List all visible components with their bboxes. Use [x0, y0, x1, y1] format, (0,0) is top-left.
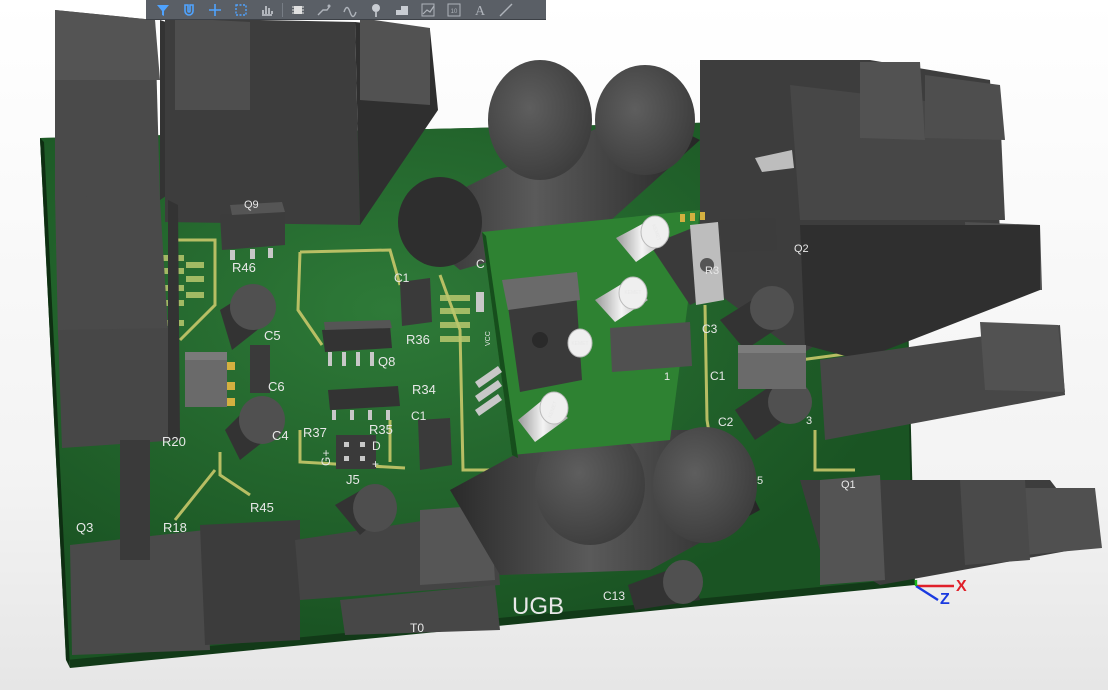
designator-r34: R34	[412, 382, 436, 397]
designator-c11-top: C1	[394, 271, 410, 285]
route-icon	[317, 4, 331, 15]
designator-button[interactable]: 10	[443, 1, 465, 19]
graph-icon	[421, 3, 435, 16]
designator-r35: R35	[369, 422, 393, 437]
designator-c11-bottom: C1	[411, 409, 427, 423]
designator-j5: J5	[346, 472, 360, 487]
text-glyph: A	[475, 4, 486, 18]
designator-r18: R18	[163, 520, 187, 535]
text-icon: A	[475, 4, 486, 18]
pin-label-g-plus: G+	[319, 450, 333, 466]
designator-partial-5: 5	[757, 475, 763, 487]
3d-viewport[interactable]: KEMET KEMET KEMET KEMET Q9 R46 C5 C6 C4 …	[0, 0, 1108, 690]
designator-c2: C2	[718, 415, 734, 429]
z-axis-label: Z	[940, 591, 950, 608]
axis-triad: X Z	[914, 578, 967, 608]
chart-button[interactable]	[256, 1, 278, 19]
component-button[interactable]	[287, 1, 309, 19]
designator-r36: R36	[406, 332, 430, 347]
pin-label-plus: +	[372, 457, 379, 471]
z-axis-line	[915, 584, 939, 602]
designator-c1: C1	[710, 369, 726, 383]
line-icon	[499, 3, 513, 16]
designator-r20: R20	[162, 434, 186, 449]
via-icon	[372, 3, 380, 17]
designator-r37: R37	[303, 425, 327, 440]
kemet-label-2: KEMET	[624, 290, 641, 296]
designator-r46: R46	[232, 260, 256, 275]
text-button[interactable]: A	[469, 1, 491, 19]
diff-pair-button[interactable]	[339, 1, 361, 19]
line-button[interactable]	[495, 1, 517, 19]
component-u1-right[interactable]	[738, 345, 806, 389]
capacitor-kemet-3[interactable]: KEMET	[567, 328, 593, 358]
diff-pair-icon	[343, 6, 357, 17]
designator-partial-3: 3	[806, 415, 812, 427]
designator-partial-1: 1	[664, 371, 670, 383]
transistor-q2[interactable]	[720, 218, 777, 252]
designator-icon: 10	[447, 3, 461, 16]
connector-j5[interactable]	[336, 435, 376, 469]
graph-button[interactable]	[417, 1, 439, 19]
designator-c3: C3	[702, 322, 718, 336]
polygon-fill-icon	[396, 5, 408, 15]
designator-q1: Q1	[841, 479, 856, 491]
heatsink-left-top[interactable]	[55, 10, 175, 200]
heatsink-left-mid[interactable]	[55, 195, 180, 448]
designator-c5: C5	[264, 328, 281, 343]
bar-chart-icon	[262, 5, 273, 16]
brand-label-ugb: UGB	[512, 593, 564, 620]
kemet-label-3: KEMET	[571, 341, 588, 347]
designator-q3: Q3	[76, 520, 93, 535]
chip-icon	[292, 5, 304, 14]
designator-c4: C4	[272, 428, 289, 443]
select-rectangle-icon	[235, 3, 247, 16]
designator-c13: C13	[603, 589, 625, 603]
select-box-button[interactable]	[230, 1, 252, 19]
toolbar-separator	[282, 2, 283, 17]
component-c11-bottom[interactable]	[418, 418, 452, 470]
x-axis-label: X	[956, 578, 967, 595]
designator-q9: Q9	[244, 199, 259, 211]
designator-glyph: 10	[451, 9, 458, 15]
viewport-toolbar: 10 A	[146, 0, 546, 20]
polygon-button[interactable]	[391, 1, 413, 19]
vcc-mark: VCC	[485, 331, 492, 346]
designator-c6: C6	[268, 379, 285, 394]
designator-r3: R3	[705, 265, 719, 277]
magnet-icon	[184, 3, 194, 16]
via-button[interactable]	[365, 1, 387, 19]
crosshair-icon	[209, 3, 221, 16]
designator-q8: Q8	[378, 354, 395, 369]
pin-label-d: D	[372, 439, 381, 453]
origin-button[interactable]	[204, 1, 226, 19]
filter-icon	[157, 4, 169, 16]
capacitor-c6[interactable]	[250, 345, 270, 393]
designator-t0: T0	[410, 621, 424, 635]
designator-q2: Q2	[794, 243, 809, 255]
designator-r45: R45	[250, 500, 274, 515]
route-button[interactable]	[313, 1, 335, 19]
designator-c-top: C	[476, 257, 485, 271]
snap-button[interactable]	[178, 1, 200, 19]
filter-button[interactable]	[152, 1, 174, 19]
heatsink-block-daughter[interactable]	[610, 322, 692, 372]
component-c11-top[interactable]	[400, 278, 432, 326]
